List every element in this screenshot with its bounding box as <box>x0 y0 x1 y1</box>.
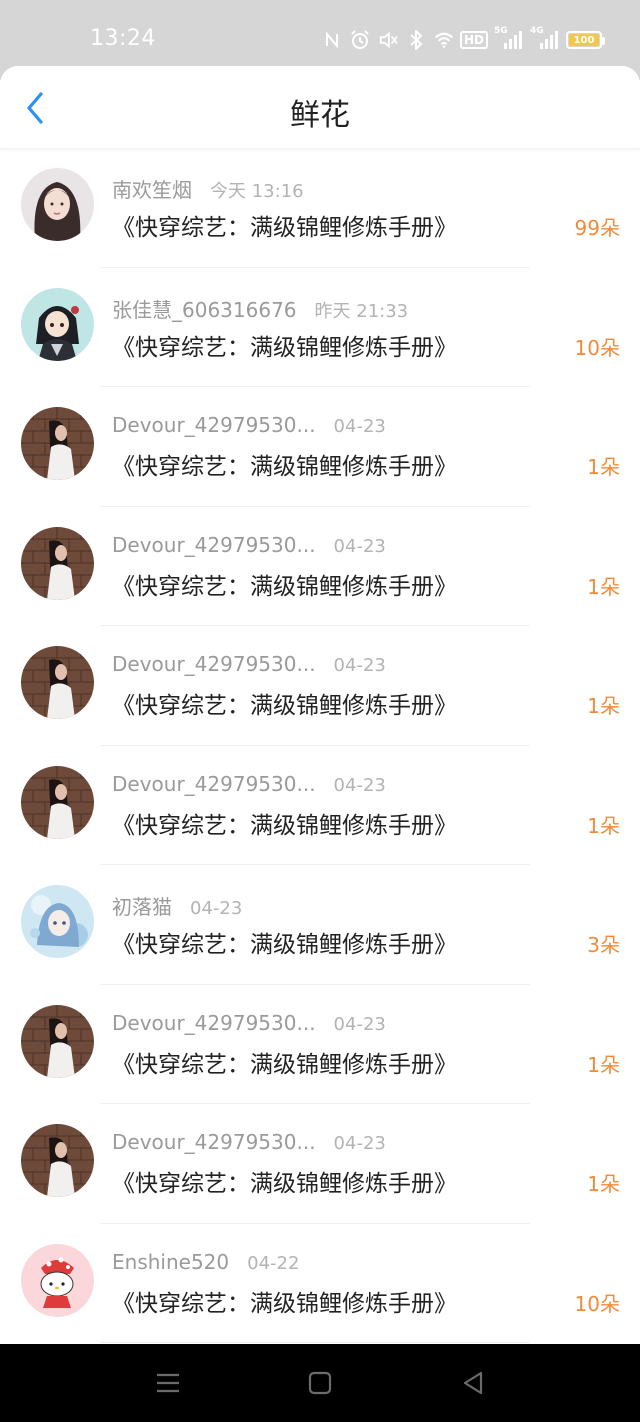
item-meta: 南欢笙烟 今天 13:16 <box>112 174 304 203</box>
signal-4g-icon: 4G <box>530 26 558 50</box>
username[interactable]: Enshine520 <box>112 1250 229 1274</box>
back-triangle-icon <box>463 1371 483 1395</box>
book-title[interactable]: 《快穿综艺：满级锦鲤修炼手册》 <box>112 447 457 481</box>
username[interactable]: 初落猫 <box>112 891 172 920</box>
nav-back-button[interactable] <box>458 1368 488 1398</box>
timestamp: 04-23 <box>190 898 243 919</box>
book-title[interactable]: 《快穿综艺：满级锦鲤修炼手册》 <box>112 1284 457 1318</box>
book-title[interactable]: 《快穿综艺：满级锦鲤修炼手册》 <box>112 1045 457 1079</box>
battery-icon: 100 <box>566 31 605 49</box>
flower-list: 南欢笙烟 今天 13:16 《快穿综艺：满级锦鲤修炼手册》 99朵张佳慧_606316… <box>0 148 640 1343</box>
list-item[interactable]: Devour_42979530... 04-23 《快穿综艺：满级锦鲤修炼手册》 1朵 <box>0 626 640 746</box>
list-item[interactable]: Devour_42979530... 04-23 《快穿综艺：满级锦鲤修炼手册》 1朵 <box>0 507 640 626</box>
nav-home-button[interactable] <box>305 1368 335 1398</box>
username[interactable]: Devour_42979530... <box>112 772 316 796</box>
menu-icon <box>157 1373 179 1393</box>
flower-count: 10朵 <box>574 335 620 360</box>
bluetooth-icon <box>406 30 426 50</box>
username[interactable]: Devour_42979530... <box>112 652 316 676</box>
item-meta: 张佳慧_606316676 昨天 21:33 <box>112 294 409 323</box>
username[interactable]: 张佳慧_606316676 <box>112 294 297 323</box>
timestamp: 04-23 <box>333 416 386 437</box>
timestamp: 04-23 <box>333 655 386 676</box>
flower-count: 1朵 <box>587 1172 620 1196</box>
alarm-icon <box>350 30 370 50</box>
avatar[interactable] <box>21 885 94 958</box>
signal-5g-icon: 5G <box>494 26 522 50</box>
item-meta: Devour_42979530... 04-23 <box>112 772 386 798</box>
item-meta: 初落猫 04-23 <box>112 891 243 920</box>
avatar[interactable] <box>21 1004 94 1078</box>
avatar[interactable] <box>21 526 94 600</box>
book-title[interactable]: 《快穿综艺：满级锦鲤修炼手册》 <box>112 208 457 242</box>
list-item[interactable]: Devour_42979530... 04-23 《快穿综艺：满级锦鲤修炼手册》 1朵 <box>0 746 640 865</box>
username[interactable]: Devour_42979530... <box>112 1011 316 1035</box>
list-item[interactable]: Devour_42979530... 04-23 《快穿综艺：满级锦鲤修炼手册》 1朵 <box>0 985 640 1104</box>
list-item[interactable]: 南欢笙烟 今天 13:16 《快穿综艺：满级锦鲤修炼手册》 99朵 <box>0 148 640 268</box>
list-item[interactable]: Devour_42979530... 04-23 《快穿综艺：满级锦鲤修炼手册》 1朵 <box>0 1104 640 1224</box>
flower-count: 3朵 <box>587 933 620 957</box>
username[interactable]: Devour_42979530... <box>112 413 316 437</box>
flower-count: 99朵 <box>574 216 620 240</box>
page-title: 鲜花 <box>290 98 350 133</box>
book-title[interactable]: 《快穿综艺：满级锦鲤修炼手册》 <box>112 567 457 601</box>
item-meta: Devour_42979530... 04-23 <box>112 413 386 439</box>
item-meta: Devour_42979530... 04-23 <box>112 1130 386 1156</box>
avatar[interactable] <box>21 646 94 719</box>
item-meta: Devour_42979530... 04-23 <box>112 1011 386 1037</box>
flower-count: 1朵 <box>587 694 620 718</box>
nav-menu-button[interactable] <box>153 1368 183 1398</box>
avatar[interactable] <box>21 1243 94 1317</box>
home-icon <box>308 1371 332 1395</box>
flower-count: 1朵 <box>587 574 620 599</box>
flower-count: 1朵 <box>587 455 620 479</box>
timestamp: 04-23 <box>333 1133 386 1154</box>
username[interactable]: Devour_42979530... <box>112 1130 316 1154</box>
avatar[interactable] <box>21 765 94 839</box>
avatar[interactable] <box>21 1124 94 1197</box>
book-title[interactable]: 《快穿综艺：满级锦鲤修炼手册》 <box>112 806 457 840</box>
book-title[interactable]: 《快穿综艺：满级锦鲤修炼手册》 <box>112 686 457 720</box>
header: 鲜花 <box>0 66 640 148</box>
divider <box>100 1342 530 1343</box>
timestamp: 昨天 21:33 <box>314 300 409 322</box>
system-nav-bar <box>0 1344 640 1422</box>
timestamp: 04-22 <box>247 1252 300 1274</box>
wifi-icon <box>434 30 454 50</box>
list-item[interactable]: Devour_42979530... 04-23 《快穿综艺：满级锦鲤修炼手册》 1朵 <box>0 387 640 507</box>
book-title[interactable]: 《快穿综艺：满级锦鲤修炼手册》 <box>112 328 457 362</box>
timestamp: 今天 13:16 <box>210 181 304 202</box>
list-item[interactable]: Enshine520 04-22 《快穿综艺：满级锦鲤修炼手册》 10朵 <box>0 1224 640 1343</box>
mute-icon <box>378 30 398 50</box>
battery-level: 100 <box>569 34 599 46</box>
timestamp: 04-23 <box>333 535 386 557</box>
flower-count: 1朵 <box>587 813 620 838</box>
status-icons: HD 5G 4G 100 <box>322 26 605 54</box>
avatar[interactable] <box>21 168 94 241</box>
avatar[interactable] <box>21 407 94 480</box>
avatar[interactable] <box>21 287 94 361</box>
book-title[interactable]: 《快穿综艺：满级锦鲤修炼手册》 <box>112 925 457 959</box>
flower-count: 10朵 <box>574 1291 620 1316</box>
timestamp: 04-23 <box>333 774 386 796</box>
item-meta: Devour_42979530... 04-23 <box>112 652 386 678</box>
list-item[interactable]: 初落猫 04-23 《快穿综艺：满级锦鲤修炼手册》 3朵 <box>0 865 640 985</box>
item-meta: Enshine520 04-22 <box>112 1250 299 1276</box>
list-item[interactable]: 张佳慧_606316676 昨天 21:33 《快穿综艺：满级锦鲤修炼手册》 10朵 <box>0 268 640 387</box>
item-meta: Devour_42979530... 04-23 <box>112 533 386 559</box>
book-title[interactable]: 《快穿综艺：满级锦鲤修炼手册》 <box>112 1164 457 1198</box>
flower-count: 1朵 <box>587 1052 620 1077</box>
hd-icon: HD <box>460 30 489 50</box>
username[interactable]: 南欢笙烟 <box>112 174 192 203</box>
username[interactable]: Devour_42979530... <box>112 533 316 557</box>
status-time: 13:24 <box>90 26 156 51</box>
nfc-icon <box>322 30 342 50</box>
timestamp: 04-23 <box>333 1013 386 1035</box>
